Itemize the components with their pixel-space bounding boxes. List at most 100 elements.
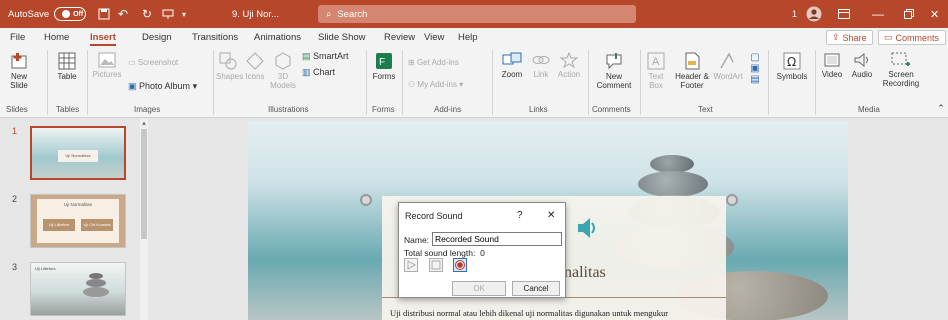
slide-body-text: Uji distribusi normal atau lebih dikenal…: [390, 308, 669, 318]
table-icon: [58, 52, 76, 70]
tab-slide-show[interactable]: Slide Show: [318, 28, 366, 46]
ribbon-tabs: File Home Insert Design Transitions Anim…: [0, 28, 948, 46]
name-label: Name:: [404, 235, 430, 245]
tab-animations[interactable]: Animations: [254, 28, 301, 46]
help-icon[interactable]: ?: [517, 210, 523, 221]
smartart-button[interactable]: ▤ SmartArt: [302, 52, 360, 61]
thumb2-box-1: Uji Lilliefors: [43, 219, 75, 231]
undo-icon[interactable]: ↶: [118, 0, 128, 28]
tab-file[interactable]: File: [10, 28, 25, 46]
redo-icon[interactable]: ↻: [142, 0, 152, 28]
speaker-icon: [854, 52, 868, 68]
save-icon[interactable]: [98, 0, 110, 28]
presentation-icon[interactable]: [162, 0, 174, 28]
photo-album-button[interactable]: ▣ Photo Album ▾: [128, 82, 208, 91]
ok-button[interactable]: OK: [452, 281, 506, 296]
tab-home[interactable]: Home: [44, 28, 69, 46]
slides-scrollbar[interactable]: ▴: [140, 119, 148, 320]
link-button[interactable]: Link: [530, 52, 552, 79]
cancel-button[interactable]: Cancel: [512, 281, 560, 296]
autosave-control[interactable]: AutoSave Off: [8, 0, 87, 28]
video-button[interactable]: Video: [818, 52, 846, 79]
record-button[interactable]: [453, 258, 467, 272]
pictures-button[interactable]: Pictures: [92, 52, 122, 79]
wordart-icon: [720, 52, 734, 69]
chart-button[interactable]: ▥ Chart: [302, 68, 352, 77]
slide-number-1: 1: [12, 126, 18, 136]
scroll-up-icon[interactable]: ▴: [140, 119, 148, 127]
tab-review[interactable]: Review: [384, 28, 415, 46]
comments-button[interactable]: ▭ Comments: [878, 30, 946, 45]
text-box-button[interactable]: A Text Box: [644, 52, 668, 90]
action-button[interactable]: Action: [555, 52, 583, 79]
symbols-button[interactable]: Ω Symbols: [774, 52, 810, 81]
slide-thumbnail-1[interactable]: Uji Normalitas: [30, 126, 126, 180]
sound-name-input[interactable]: [432, 232, 562, 246]
slide-thumbnail-3[interactable]: Uji Lilliefors: [30, 262, 126, 316]
audio-clip-icon[interactable]: [572, 214, 600, 242]
total-length-label: Total sound length: 0: [404, 248, 485, 258]
my-addins-button[interactable]: ⚇ My Add-ins ▾: [408, 80, 488, 89]
stop-button[interactable]: [429, 258, 443, 272]
forms-icon: F: [376, 53, 392, 69]
stop-icon: [431, 260, 441, 270]
slide-pin-right-icon: [726, 194, 738, 206]
autosave-toggle[interactable]: Off: [54, 7, 87, 21]
text-extras-icons[interactable]: ▢ ▣ ▤: [748, 52, 762, 85]
icons-button[interactable]: Icons: [243, 52, 267, 81]
record-icon: [455, 260, 465, 270]
tab-design[interactable]: Design: [142, 28, 172, 46]
thumb3-title: Uji Lilliefors: [35, 266, 56, 271]
group-label-illustrations: Illustrations: [268, 105, 309, 114]
3d-models-button[interactable]: 3D Models: [270, 52, 296, 90]
zoom-button[interactable]: Zoom: [498, 52, 526, 79]
customize-qat-icon[interactable]: ▾: [182, 0, 186, 28]
minimize-icon[interactable]: —: [872, 0, 884, 28]
store-icon: ⊞: [408, 58, 417, 67]
play-icon: [407, 260, 417, 270]
get-addins-button[interactable]: ⊞ Get Add-ins: [408, 58, 478, 67]
user-badge: 1: [792, 9, 798, 19]
maximize-icon[interactable]: [904, 0, 914, 28]
shapes-button[interactable]: Shapes: [216, 52, 243, 81]
group-label-text: Text: [698, 105, 713, 114]
slide-thumbnail-2[interactable]: Uji Normalitas Uji Lilliefors Uji Chi-Ku…: [30, 194, 126, 248]
tab-transitions[interactable]: Transitions: [192, 28, 238, 46]
document-title[interactable]: 9. Uji Nor...: [232, 0, 279, 28]
svg-text:A: A: [652, 56, 660, 68]
tab-insert[interactable]: Insert: [90, 28, 116, 46]
header-footer-button[interactable]: Header & Footer: [675, 52, 709, 90]
slide-number-2: 2: [12, 194, 18, 204]
header-footer-icon: [685, 52, 700, 70]
group-label-addins: Add-ins: [434, 105, 462, 114]
tab-view[interactable]: View: [424, 28, 444, 46]
thumb2-box-2: Uji Chi-Kuadrat: [81, 219, 113, 231]
screenshot-button[interactable]: ▭ Screenshot: [128, 58, 194, 67]
avatar[interactable]: [806, 0, 822, 28]
share-icon: ⇪: [832, 32, 840, 42]
tab-help[interactable]: Help: [458, 28, 478, 46]
chart-icon: ▥: [302, 67, 314, 77]
table-button[interactable]: Table: [54, 52, 80, 81]
wordart-button[interactable]: WordArt: [712, 52, 744, 81]
close-window-icon[interactable]: ✕: [930, 0, 939, 28]
screenshot-icon: ▭: [128, 58, 138, 67]
share-button[interactable]: ⇪ Share: [826, 30, 873, 45]
new-comment-icon: [606, 53, 622, 70]
ribbon-display-icon[interactable]: [838, 0, 850, 28]
thumb1-title: Uji Normalitas: [58, 150, 98, 162]
collapse-ribbon-icon[interactable]: ⌃: [936, 104, 946, 113]
new-comment-button[interactable]: New Comment: [594, 52, 634, 90]
audio-button[interactable]: Audio: [848, 52, 876, 79]
group-label-forms: Forms: [372, 105, 395, 114]
thumb2-title: Uji Normalitas: [63, 202, 92, 207]
forms-button[interactable]: F Forms: [371, 52, 397, 81]
new-slide-button[interactable]: New Slide: [4, 52, 34, 90]
screen-recording-button[interactable]: Screen Recording: [878, 52, 924, 88]
play-button[interactable]: [404, 258, 418, 272]
close-icon[interactable]: ✕: [547, 210, 555, 221]
slide-pin-left-icon: [360, 194, 372, 206]
smartart-icon: ▤: [302, 51, 314, 61]
search-box[interactable]: ⌕ Search: [318, 5, 636, 23]
text-box-icon: A: [647, 52, 665, 70]
